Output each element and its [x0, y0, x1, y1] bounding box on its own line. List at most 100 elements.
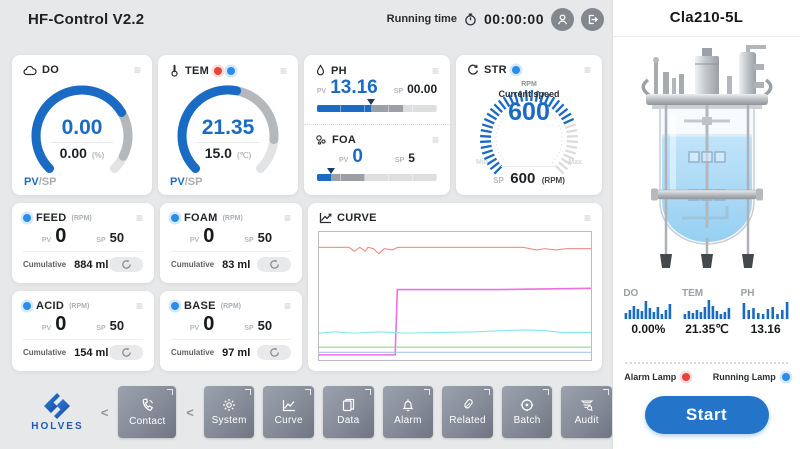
base-sp-value: 50 — [258, 318, 272, 333]
ph-sp-value: 00.00 — [407, 82, 437, 96]
card-title: ACID — [36, 300, 64, 312]
card-title: FEED — [36, 212, 67, 224]
nav-button-curve[interactable]: Curve — [263, 386, 314, 438]
do-unit: (%) — [92, 151, 104, 160]
reset-cumulative-button[interactable] — [109, 257, 143, 272]
ph-setpoint-marker[interactable] — [367, 99, 375, 105]
nav-button-contact[interactable]: Contact — [118, 386, 176, 438]
feed-pump-card: FEED (RPM) ≡ PV 0 SP 50 Cumulative 884 m… — [12, 203, 154, 283]
foa-level-bar — [317, 174, 437, 181]
do-sp-value: 0.00 — [60, 145, 87, 161]
ph-section: PH ≡ PV 13.16 SP 00.00 — [304, 55, 450, 125]
sp-label: SP — [244, 325, 253, 332]
stat-value: 0.00% — [631, 322, 665, 336]
ph-foa-card: PH ≡ PV 13.16 SP 00.00 FOA ≡ — [304, 55, 450, 195]
holves-logo-icon — [40, 392, 74, 420]
base-pump-card: BASE (RPM) ≡ PV 0 SP 50 Cumulative 97 ml — [160, 291, 302, 371]
card-menu-icon[interactable]: ≡ — [584, 213, 591, 223]
str-unit-label: RPM — [456, 81, 602, 88]
lamp-row: Alarm Lamp Running Lamp — [613, 372, 800, 382]
curve-card: CURVE ≡ — [308, 203, 602, 371]
pv-sp-legend: PV/SP — [24, 176, 56, 188]
foa-setpoint-marker[interactable] — [327, 168, 335, 174]
card-menu-icon[interactable]: ≡ — [432, 66, 439, 76]
rotate-icon — [467, 64, 479, 76]
str-setpoint: SP 600 (RPM) — [456, 166, 602, 188]
bioreactor-vessel-image — [632, 42, 782, 282]
nav-button-data[interactable]: Data — [323, 386, 374, 438]
curve-plot — [319, 232, 591, 360]
pump-unit-label: (RPM) — [221, 303, 241, 310]
card-menu-icon[interactable]: ≡ — [280, 66, 287, 76]
nav-button-audit[interactable]: Audit — [561, 386, 612, 438]
device-title: Cla210-5L — [613, 0, 800, 37]
bottom-nav: HOLVES < Contact < System Curve Data Ala… — [0, 381, 612, 443]
user-account-button[interactable] — [551, 8, 574, 31]
thermometer-icon — [169, 64, 180, 77]
pv-label: PV — [42, 237, 51, 244]
acid-cumulative-value: 154 ml — [74, 347, 108, 359]
pv-label: PV — [317, 88, 326, 95]
foam-bubbles-icon — [315, 134, 327, 146]
str-gauge-card: STR ≡ RPM Current speed 600 Min Max SP 6… — [456, 55, 602, 195]
card-menu-icon[interactable]: ≡ — [136, 213, 143, 223]
logout-button[interactable] — [581, 8, 604, 31]
feed-cumulative-value: 884 ml — [74, 259, 108, 271]
card-menu-icon[interactable]: ≡ — [432, 135, 439, 145]
dotted-divider — [625, 362, 788, 364]
tem-stat: TEM 21.35℃ — [680, 288, 734, 336]
nav-label: System — [212, 415, 247, 426]
card-menu-icon[interactable]: ≡ — [134, 65, 141, 75]
reset-cumulative-button[interactable] — [109, 345, 143, 360]
refresh-icon — [269, 347, 280, 358]
brand-logo[interactable]: HOLVES — [24, 392, 91, 432]
nav-button-related[interactable]: Related — [442, 386, 493, 438]
person-icon — [556, 13, 569, 26]
hf-control-window: HF-Control V2.2 Running time 00:00:00 DO… — [0, 0, 800, 449]
foam-sp-value: 50 — [258, 230, 272, 245]
stat-label: DO — [623, 288, 638, 299]
droplet-icon — [315, 64, 326, 77]
pump-unit-label: (RPM) — [223, 215, 243, 222]
nav-button-system[interactable]: System — [204, 386, 255, 438]
sp-label: SP — [394, 88, 403, 95]
pump-status-dot — [23, 214, 31, 222]
reset-cumulative-button[interactable] — [257, 257, 291, 272]
nav-button-batch[interactable]: Batch — [502, 386, 553, 438]
curve-plot-area[interactable] — [318, 231, 592, 361]
card-title: PH — [331, 65, 347, 77]
card-menu-icon[interactable]: ≡ — [284, 301, 291, 311]
do-gauge: 0.00 0.00(%) — [20, 79, 144, 183]
tem-pv-value: 21.35 — [166, 117, 290, 139]
cumulative-label: Cumulative — [171, 348, 214, 357]
nav-label: Data — [337, 415, 359, 426]
running-lamp-dot — [782, 373, 790, 381]
nav-label: Related — [449, 415, 486, 426]
card-menu-icon[interactable]: ≡ — [584, 65, 591, 75]
reset-cumulative-button[interactable] — [257, 345, 291, 360]
cumulative-label: Cumulative — [171, 260, 214, 269]
tem-gauge-card: TEM ≡ 21.35 15.0(℃) PV/SP — [158, 55, 298, 195]
ph-level-bar — [317, 105, 437, 112]
tem-gauge: 21.35 15.0(℃) — [166, 79, 290, 183]
start-button[interactable]: Start — [645, 396, 769, 434]
target-icon — [520, 398, 534, 412]
panel-stats: DO 0.00% TEM 21.35℃ PH 13.16 — [613, 288, 800, 336]
foa-section: FOA ≡ PV 0 SP 5 — [304, 125, 450, 183]
running-time-value: 00:00:00 — [484, 11, 544, 27]
chevron-left-icon[interactable]: < — [100, 405, 110, 420]
chevron-left-icon[interactable]: < — [185, 405, 195, 420]
pump-status-dot — [171, 302, 179, 310]
heat-status-dot — [214, 67, 222, 75]
tem-unit: (℃) — [237, 151, 251, 160]
acid-pump-card: ACID (RPM) ≡ PV 0 SP 50 Cumulative 154 m… — [12, 291, 154, 371]
nav-label: Contact — [129, 416, 166, 427]
card-menu-icon[interactable]: ≡ — [284, 213, 291, 223]
nav-button-alarm[interactable]: Alarm — [383, 386, 434, 438]
nav-label: Audit — [575, 415, 599, 426]
card-menu-icon[interactable]: ≡ — [136, 301, 143, 311]
sp-label: SP — [244, 237, 253, 244]
stat-value: 13.16 — [751, 322, 781, 336]
do-stat: DO 0.00% — [621, 288, 675, 336]
do-mini-bar-chart — [624, 299, 672, 319]
